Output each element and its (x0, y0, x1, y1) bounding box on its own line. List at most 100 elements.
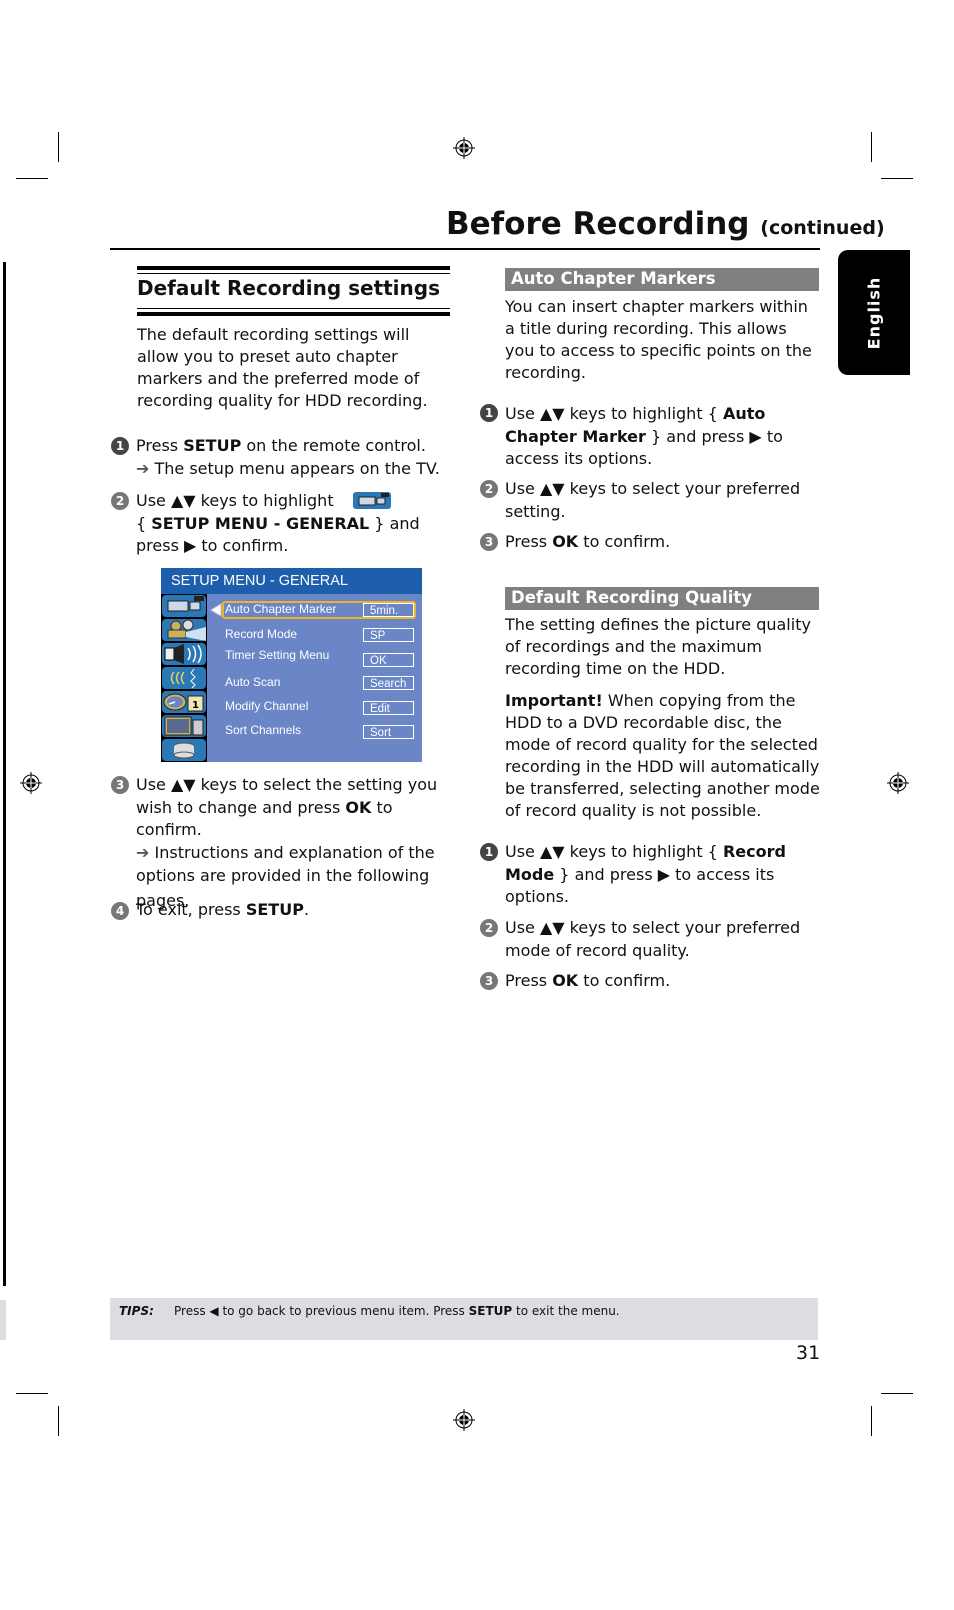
crop-mark (871, 1406, 872, 1436)
crop-mark (58, 1406, 59, 1436)
step-result: The setup menu appears on the TV. (154, 458, 440, 478)
step-badge: 4 (111, 902, 129, 920)
step-2: Use ▲▼ keys to highlight { SETUP MENU - … (136, 490, 456, 558)
menu-row-value[interactable]: Sort (363, 725, 414, 739)
menu-row-label[interactable]: Auto Scan (225, 675, 280, 689)
menu-name: SETUP MENU - GENERAL (151, 513, 370, 533)
menu-row-label[interactable]: Auto Chapter Marker (225, 602, 336, 616)
signal-icon (162, 667, 206, 689)
step-text: Use ▲▼ keys to highlight { (505, 404, 723, 423)
section-rule (137, 308, 450, 309)
step-text: } and (369, 513, 420, 533)
menu-icon-column: 1 (161, 594, 207, 762)
section-rule (137, 273, 450, 274)
tv-icon (162, 715, 206, 737)
page-title: Before Recording (continued) (446, 206, 885, 242)
step-text: Press (505, 532, 553, 551)
step-text: . (303, 900, 310, 919)
key-label: OK (345, 797, 372, 817)
step-result: Instructions and explanation of the (154, 842, 435, 862)
section-heading-auto-chapter: Auto Chapter Markers (505, 268, 819, 291)
registration-mark-icon (20, 772, 42, 794)
auto-chapter-step-2: Use ▲▼ keys to select your preferred set… (505, 478, 825, 523)
section-intro: The default recording settings will allo… (137, 325, 428, 410)
step-text: Press (505, 971, 553, 990)
step-text: } and press ▶ to access its (554, 864, 775, 884)
setup-menu-screenshot: SETUP MENU - GENERAL 1 Auto Chapter Mark… (161, 568, 422, 762)
menu-row-label[interactable]: Record Mode (225, 627, 297, 641)
crop-mark (58, 132, 59, 162)
step-text: on the remote control. (241, 436, 426, 455)
option-name: Mode (505, 864, 555, 884)
recording-quality-step-1: Use ▲▼ keys to highlight { Record Mode }… (505, 841, 825, 909)
svg-text:1: 1 (192, 700, 199, 711)
step-text: press ▶ to confirm. (136, 536, 289, 555)
step-badge: 2 (111, 492, 129, 510)
section-heading-recording-quality: Default Recording Quality (505, 587, 819, 610)
tips-label: TIPS: (119, 1304, 154, 1318)
option-name: Auto (722, 404, 766, 423)
option-name: Chapter Marker (505, 426, 646, 446)
section-rule (137, 266, 450, 270)
menu-row-value[interactable]: SP (363, 628, 414, 642)
section-rule (137, 312, 450, 316)
menu-row-label[interactable]: Modify Channel (225, 699, 308, 713)
camcorder-icon (162, 595, 206, 617)
step-text: Use ▲▼ keys to select the setting you (136, 775, 438, 794)
registration-mark-icon (887, 772, 909, 794)
step-text: access its options. (505, 449, 653, 468)
tips-text-part: Press ◀ to go back to previous menu item… (174, 1304, 469, 1318)
step-text: Use ▲▼ keys to highlight { (505, 842, 723, 861)
step-text: options. (505, 887, 570, 906)
step-badge: 3 (111, 776, 129, 794)
step-badge: 2 (480, 480, 498, 498)
adjacent-page-tips-edge (0, 1300, 6, 1340)
section-title: Default Recording settings (137, 276, 440, 300)
language-tab-label: English (864, 276, 884, 349)
step-text: Use ▲▼ keys to select your preferred (505, 479, 801, 498)
page-title-text: Before Recording (446, 206, 750, 242)
step-text: setting. (505, 501, 566, 521)
key-label: OK (552, 532, 579, 551)
step-text: to confirm. (578, 971, 671, 990)
important-note: Important! When copying from the HDD to … (505, 690, 823, 822)
tips-text: Press ◀ to go back to previous menu item… (174, 1304, 620, 1318)
step-text: wish to change and press (136, 797, 346, 817)
auto-chapter-step-1: Use ▲▼ keys to highlight { Auto Chapter … (505, 403, 825, 471)
menu-row-value[interactable]: Search (363, 676, 414, 690)
step-badge: 3 (480, 972, 498, 990)
menu-row-value[interactable]: OK (363, 653, 414, 667)
option-name: Record (722, 842, 786, 861)
step-1: Press SETUP on the remote control. ➔ The… (136, 435, 456, 480)
step-text: Use ▲▼ keys to select your preferred (505, 918, 801, 937)
menu-title: SETUP MENU - GENERAL (161, 568, 422, 594)
step-4: To exit, press SETUP. (136, 899, 456, 922)
step-badge: 3 (480, 533, 498, 551)
registration-mark-icon (453, 1409, 475, 1431)
recording-quality-step-2: Use ▲▼ keys to select your preferred mod… (505, 917, 825, 962)
recording-quality-intro: The setting defines the picture quality … (505, 615, 811, 678)
menu-row-value[interactable]: Edit (363, 701, 414, 715)
key-label: SETUP (468, 1304, 513, 1318)
step-badge: 1 (480, 404, 498, 422)
page-title-suffix: (continued) (760, 217, 885, 239)
step-text: Press (136, 436, 184, 455)
selection-arrow-icon (210, 603, 222, 617)
crop-mark (16, 1393, 48, 1394)
crop-mark (881, 178, 913, 179)
title-rule (110, 248, 820, 250)
step-text: mode of record quality. (505, 940, 690, 960)
key-label: SETUP (245, 900, 304, 919)
tips-box: TIPS: Press ◀ to go back to previous men… (110, 1298, 818, 1340)
recording-quality-step-3: Press OK to confirm. (505, 970, 825, 993)
clock-calendar-icon: 1 (162, 691, 206, 713)
menu-row-value[interactable]: 5min. (363, 603, 414, 617)
step-text: { (136, 513, 152, 533)
auto-chapter-intro: You can insert chapter markers within a … (505, 297, 812, 382)
menu-row-label[interactable]: Sort Channels (225, 723, 301, 737)
menu-row-label[interactable]: Timer Setting Menu (225, 648, 329, 662)
result-arrow-icon: ➔ (136, 842, 150, 862)
camcorder-icon (352, 492, 391, 509)
registration-mark-icon (453, 137, 475, 159)
projector-icon (162, 619, 206, 641)
